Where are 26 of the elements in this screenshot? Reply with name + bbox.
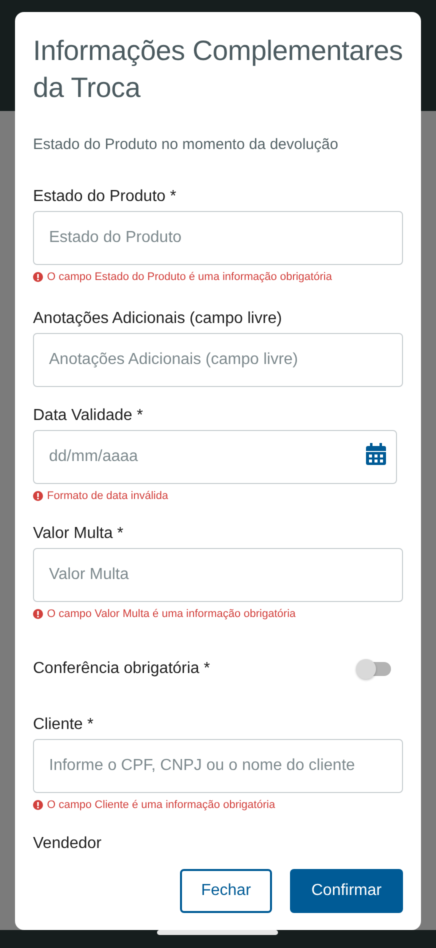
error-icon [33, 609, 43, 619]
field-label: Cliente * [33, 715, 94, 735]
calendar-icon[interactable] [366, 443, 386, 465]
error-message: O campo Estado do Produto é uma informação obrigatória [47, 271, 332, 283]
field-label: Estado do Produto * [33, 187, 178, 207]
error-message: Formato de data inválida [47, 490, 168, 502]
date-field[interactable]: dd/mm/aaaa [33, 430, 397, 484]
error-icon [33, 272, 43, 282]
error-message: O campo Valor Multa é uma informação obrigatória [47, 608, 296, 620]
toggle-label: Conferência obrigatória * [33, 659, 210, 679]
input-field[interactable]: Estado do Produto [33, 211, 403, 265]
input-field[interactable]: Valor Multa [33, 548, 403, 602]
dialog-title: Informações Complementares da Troca [33, 34, 403, 105]
field-label: Data Validade * [33, 406, 144, 426]
field-label: Vendedor [33, 834, 103, 854]
close-button[interactable]: Fechar [180, 869, 272, 913]
confirm-button[interactable]: Confirmar [290, 869, 403, 913]
input-field[interactable]: Informe o CPF, CNPJ ou o nome do cliente [33, 739, 403, 793]
input-field[interactable]: Anotações Adicionais (campo livre) [33, 333, 403, 387]
toggle-switch[interactable] [357, 662, 391, 676]
field-label: Anotações Adicionais (campo livre) [33, 309, 284, 329]
error-icon [33, 800, 43, 810]
field-label: Valor Multa * [33, 524, 124, 544]
dialog-subtitle: Estado do Produto no momento da devolução [33, 136, 340, 153]
error-message: O campo Cliente é uma informação obrigatória [47, 799, 276, 811]
error-icon [33, 491, 43, 501]
